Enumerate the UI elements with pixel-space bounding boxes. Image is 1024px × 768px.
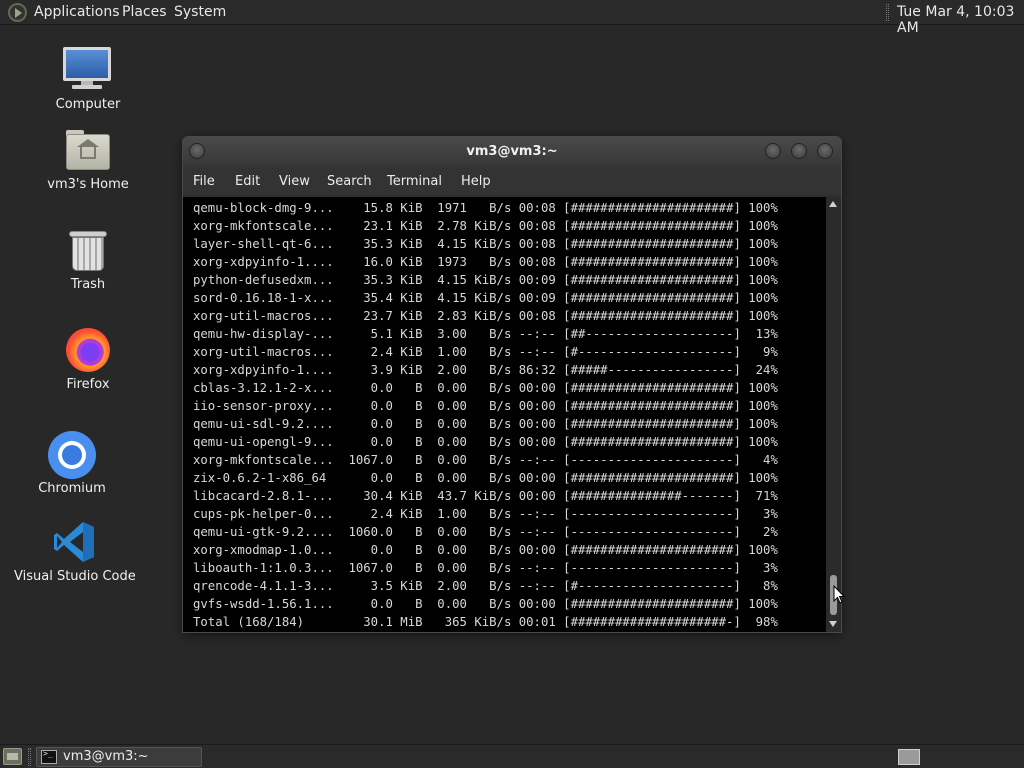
- terminal-window: vm3@vm3:~ File Edit View Search Terminal…: [182, 136, 842, 633]
- desktop-icon-label: Trash: [70, 277, 106, 292]
- terminal-line: cups-pk-helper-0... 2.4 KiB 1.00 B/s --:…: [193, 507, 778, 521]
- mouse-pointer-icon: [833, 585, 845, 604]
- scroll-down-arrow-icon[interactable]: [829, 621, 837, 627]
- terminal-line: xorg-mkfontscale... 23.1 KiB 2.78 KiB/s …: [193, 219, 778, 233]
- desktop-icon-vscode[interactable]: Visual Studio Code: [14, 520, 136, 588]
- menu-file[interactable]: File: [193, 174, 215, 189]
- places-menu[interactable]: Places: [122, 4, 167, 20]
- terminal-line: sord-0.16.18-1-x... 35.4 KiB 4.15 KiB/s …: [193, 291, 778, 305]
- monitor-icon: [63, 47, 111, 81]
- desktop-icon-firefox[interactable]: Firefox: [52, 326, 124, 394]
- terminal-line: xorg-xdpyinfo-1.... 3.9 KiB 2.00 B/s 86:…: [193, 363, 778, 377]
- terminal-line: xorg-xmodmap-1.0... 0.0 B 0.00 B/s 00:00…: [193, 543, 778, 557]
- desktop-icon-home[interactable]: vm3's Home: [44, 128, 132, 196]
- terminal-line: xorg-util-macros... 23.7 KiB 2.83 KiB/s …: [193, 309, 778, 323]
- desktop-icon-trash[interactable]: Trash: [56, 228, 120, 296]
- desktop-icon-label: Firefox: [66, 377, 110, 392]
- top-panel: Applications Places System Tue Mar 4, 10…: [0, 0, 1024, 36]
- terminal-line: gvfs-wsdd-1.56.1... 0.0 B 0.00 B/s 00:00…: [193, 597, 778, 611]
- desktop-icon-label: Chromium: [38, 481, 106, 496]
- desktop-icon-label: vm3's Home: [47, 177, 129, 192]
- desktop-icon-label: Visual Studio Code: [14, 569, 136, 584]
- terminal-output[interactable]: qemu-block-dmg-9... 15.8 KiB 1971 B/s 00…: [183, 197, 826, 632]
- terminal-scrollbar[interactable]: [826, 197, 841, 632]
- scroll-up-arrow-icon[interactable]: [829, 201, 837, 207]
- terminal-line: xorg-util-macros... 2.4 KiB 1.00 B/s --:…: [193, 345, 778, 359]
- clock[interactable]: Tue Mar 4, 10:03 AM: [897, 4, 1024, 36]
- distro-logo-icon[interactable]: [8, 3, 27, 22]
- desktop-icon-label: Computer: [55, 97, 121, 112]
- taskbar-button-terminal[interactable]: vm3@vm3:~: [36, 747, 202, 767]
- menu-search[interactable]: Search: [327, 174, 372, 189]
- terminal-line: libcacard-2.8.1-... 30.4 KiB 43.7 KiB/s …: [193, 489, 778, 503]
- menu-help[interactable]: Help: [461, 174, 491, 189]
- terminal-line: iio-sensor-proxy... 0.0 B 0.00 B/s 00:00…: [193, 399, 778, 413]
- desktop-icon-chromium[interactable]: Chromium: [36, 430, 108, 498]
- system-menu[interactable]: System: [174, 4, 226, 20]
- show-desktop-icon[interactable]: [3, 748, 22, 765]
- menu-view[interactable]: View: [279, 174, 310, 189]
- terminal-line: zix-0.6.2-1-x86_64 0.0 B 0.00 B/s 00:00 …: [193, 471, 778, 485]
- bottom-panel: vm3@vm3:~: [0, 744, 1024, 768]
- terminal-line: layer-shell-qt-6... 35.3 KiB 4.15 KiB/s …: [193, 237, 778, 251]
- workspace-switcher[interactable]: [898, 749, 920, 765]
- menu-terminal[interactable]: Terminal: [387, 174, 442, 189]
- terminal-line: qemu-ui-gtk-9.2.... 1060.0 B 0.00 B/s --…: [193, 525, 778, 539]
- window-titlebar[interactable]: vm3@vm3:~: [183, 137, 841, 167]
- close-button[interactable]: [817, 143, 833, 159]
- terminal-line: qemu-ui-opengl-9... 0.0 B 0.00 B/s 00:00…: [193, 435, 778, 449]
- terminal-line: qemu-hw-display-... 5.1 KiB 3.00 B/s --:…: [193, 327, 778, 341]
- terminal-line: xorg-mkfontscale... 1067.0 B 0.00 B/s --…: [193, 453, 778, 467]
- window-title: vm3@vm3:~: [466, 144, 558, 159]
- terminal-menubar: File Edit View Search Terminal Help: [183, 167, 841, 195]
- terminal-line: Total (168/184) 30.1 MiB 365 KiB/s 00:01…: [193, 615, 778, 629]
- applications-menu[interactable]: Applications: [34, 4, 120, 20]
- terminal-line: liboauth-1:1.0.3... 1067.0 B 0.00 B/s --…: [193, 561, 778, 575]
- terminal-line: qemu-ui-sdl-9.2.... 0.0 B 0.00 B/s 00:00…: [193, 417, 778, 431]
- menu-edit[interactable]: Edit: [235, 174, 260, 189]
- terminal-lines: qemu-block-dmg-9... 15.8 KiB 1971 B/s 00…: [193, 199, 778, 631]
- terminal-line: qemu-block-dmg-9... 15.8 KiB 1971 B/s 00…: [193, 201, 778, 215]
- panel-separator: [886, 4, 889, 21]
- firefox-icon: [66, 328, 110, 372]
- maximize-button[interactable]: [791, 143, 807, 159]
- terminal-line: xorg-xdpyinfo-1.... 16.0 KiB 1973 B/s 00…: [193, 255, 778, 269]
- terminal-line: qrencode-4.1.1-3... 3.5 KiB 2.00 B/s --:…: [193, 579, 778, 593]
- terminal-line: python-defusedxm... 35.3 KiB 4.15 KiB/s …: [193, 273, 778, 287]
- terminal-icon: [41, 749, 57, 764]
- terminal-line: cblas-3.12.1-2-x... 0.0 B 0.00 B/s 00:00…: [193, 381, 778, 395]
- taskbar-button-label: vm3@vm3:~: [63, 749, 149, 764]
- trash-icon: [72, 237, 104, 271]
- minimize-button[interactable]: [765, 143, 781, 159]
- desktop-icon-computer[interactable]: Computer: [48, 44, 128, 116]
- panel-separator: [28, 748, 31, 766]
- vscode-icon: [54, 522, 94, 562]
